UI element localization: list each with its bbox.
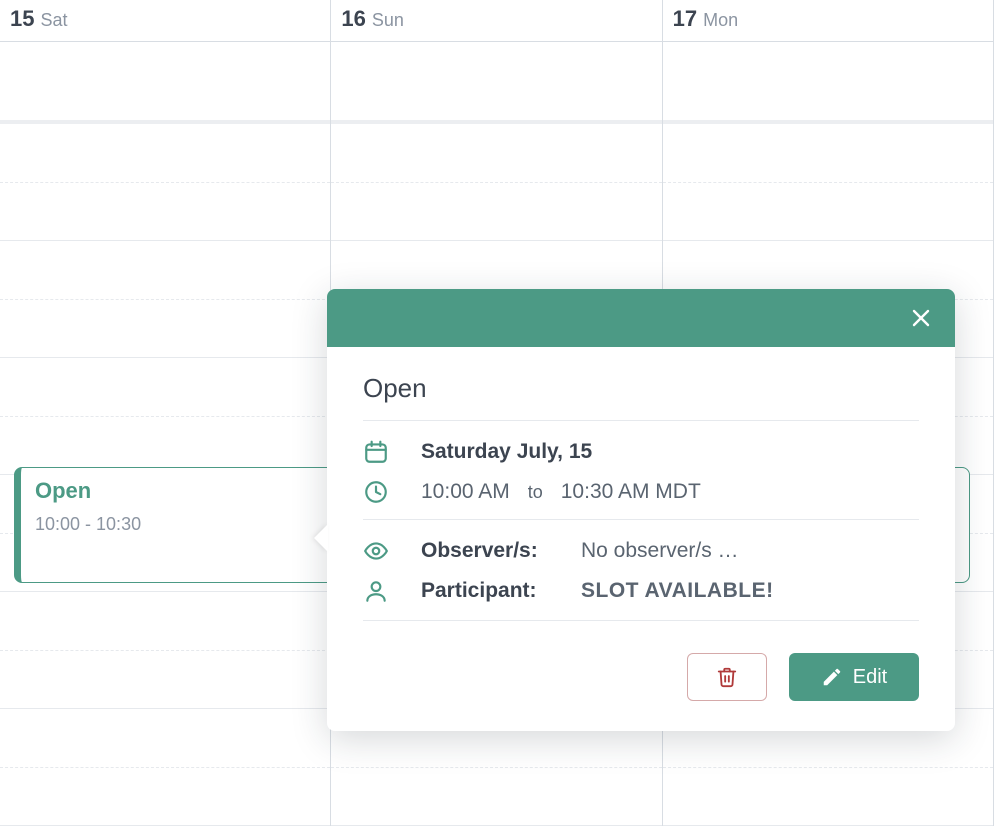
trash-icon bbox=[716, 666, 738, 688]
divider bbox=[363, 420, 919, 421]
observers-value: No observer/s … bbox=[581, 539, 739, 563]
popover-arrow bbox=[314, 524, 328, 552]
event-date: Saturday July, 15 bbox=[421, 440, 592, 464]
time-end: 10:30 AM MDT bbox=[561, 480, 701, 504]
popover-header bbox=[327, 289, 955, 347]
day-of-week: Sun bbox=[372, 10, 404, 31]
day-header: 16 Sun bbox=[331, 0, 661, 42]
day-header: 17 Mon bbox=[663, 0, 993, 42]
day-header: 15 Sat bbox=[0, 0, 330, 42]
participant-label: Participant: bbox=[421, 579, 581, 603]
day-number: 17 bbox=[673, 6, 697, 32]
delete-button[interactable] bbox=[687, 653, 767, 701]
edit-button-label: Edit bbox=[853, 666, 887, 689]
person-icon bbox=[363, 578, 421, 604]
clock-icon bbox=[363, 479, 421, 505]
eye-icon bbox=[363, 538, 421, 564]
time-row: 10:00 AM to 10:30 AM MDT bbox=[363, 479, 919, 505]
divider bbox=[363, 620, 919, 621]
observers-label: Observer/s: bbox=[421, 539, 581, 563]
calendar-icon bbox=[363, 439, 421, 465]
participant-row: Participant: SLOT AVAILABLE! bbox=[363, 578, 919, 604]
pencil-icon bbox=[821, 666, 843, 688]
day-column-sat[interactable]: 15 Sat bbox=[0, 0, 331, 826]
time-start: 10:00 AM bbox=[421, 480, 510, 504]
edit-button[interactable]: Edit bbox=[789, 653, 919, 701]
allday-row[interactable] bbox=[663, 42, 993, 124]
divider bbox=[363, 519, 919, 520]
participant-value: SLOT AVAILABLE! bbox=[581, 579, 774, 603]
day-number: 15 bbox=[10, 6, 34, 32]
observers-row: Observer/s: No observer/s … bbox=[363, 538, 919, 564]
day-of-week: Sat bbox=[40, 10, 67, 31]
date-row: Saturday July, 15 bbox=[363, 439, 919, 465]
event-popover: Open Saturday July, 15 10:00 AM to 10:30… bbox=[327, 289, 955, 731]
popover-title: Open bbox=[363, 373, 919, 404]
day-number: 16 bbox=[341, 6, 365, 32]
allday-row[interactable] bbox=[0, 42, 330, 124]
allday-row[interactable] bbox=[331, 42, 661, 124]
day-of-week: Mon bbox=[703, 10, 738, 31]
popover-footer: Edit bbox=[327, 653, 955, 731]
close-icon[interactable] bbox=[909, 306, 933, 330]
time-to: to bbox=[528, 482, 543, 503]
